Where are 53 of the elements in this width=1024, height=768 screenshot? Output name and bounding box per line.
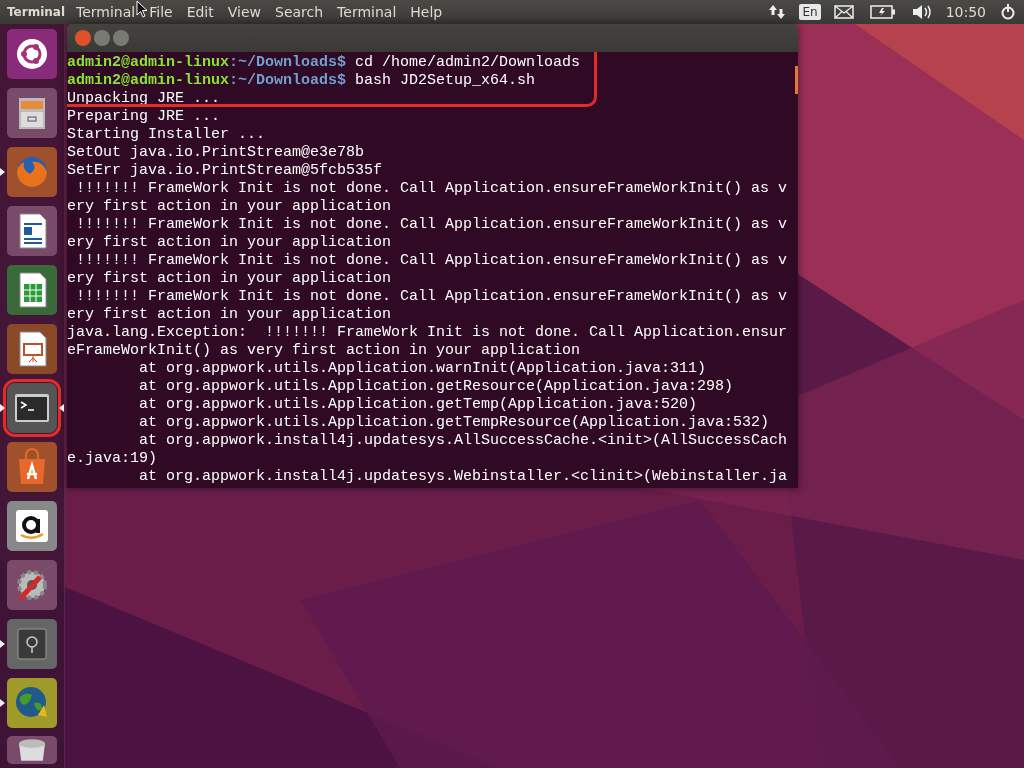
app-name: Terminal bbox=[6, 5, 67, 19]
mouse-pointer-icon bbox=[136, 0, 148, 18]
launcher-icon[interactable] bbox=[7, 501, 57, 551]
output-line: !!!!!!! FrameWork Init is not done. Call Application.ensureFrameWorkInit() as v bbox=[75, 288, 788, 305]
maximize-button[interactable] bbox=[113, 30, 129, 46]
launcher-icon[interactable] bbox=[7, 736, 57, 764]
network-arrows-icon[interactable] bbox=[768, 4, 787, 20]
output-line: at org.appwork.utils.Application.getResource(Application.java:298) bbox=[138, 378, 734, 395]
keyboard-layout-indicator[interactable]: En bbox=[799, 4, 821, 20]
output-line: at org.appwork.utils.Application.getTemp(Application.java:520) bbox=[138, 396, 698, 413]
output-line: SetOut java.io.PrintStream@e3e78b bbox=[67, 144, 365, 161]
trash-icon bbox=[19, 738, 45, 762]
prompt-user: admin2@admin-linux bbox=[67, 54, 230, 71]
output-line: at org.appwork.utils.Application.getTempResource(Application.java:532) bbox=[138, 414, 770, 431]
output-line: Unpacking JRE ... bbox=[67, 90, 221, 107]
output-line: Preparing JRE ... bbox=[67, 108, 221, 125]
output-line: at org.appwork.utils.Application.warnInit(Application.java:311) bbox=[138, 360, 707, 377]
output-line: !!!!!!! FrameWork Init is not done. Call Application.ensureFrameWorkInit() as v bbox=[75, 216, 788, 233]
clock[interactable]: 10:50 bbox=[945, 4, 986, 20]
scrollbar[interactable] bbox=[795, 66, 798, 94]
battery-icon[interactable] bbox=[869, 5, 896, 19]
output-line: java.lang.Exception: !!!!!!! FrameWork Init is not done. Call Application.ensur bbox=[67, 324, 788, 341]
prompt-user: admin2@admin-linux bbox=[67, 72, 230, 89]
output-line: ery first action in your application bbox=[67, 198, 392, 215]
launcher-icon[interactable] bbox=[7, 265, 57, 315]
minimize-button[interactable] bbox=[94, 30, 110, 46]
command-text: bash JD2Setup_x64.sh bbox=[354, 72, 536, 89]
menu-item[interactable]: View bbox=[220, 4, 268, 20]
output-line: at org.appwork.install4j.updatesys.Webinstaller.<clinit>(Webinstaller.ja bbox=[138, 468, 788, 485]
output-line: eFrameWorkInit() as very first action in your application bbox=[67, 342, 581, 359]
output-line: ery first action in your application bbox=[67, 234, 392, 251]
envelope-icon[interactable] bbox=[833, 5, 854, 19]
output-line: ery first action in your application bbox=[67, 270, 392, 287]
output-line: SetErr java.io.PrintStream@5fcb535f bbox=[67, 162, 383, 179]
prompt-path: :~/Downloads$ bbox=[229, 72, 347, 89]
volume-icon[interactable] bbox=[911, 4, 932, 20]
output-line: !!!!!!! FrameWork Init is not done. Call Application.ensureFrameWorkInit() as v bbox=[75, 180, 788, 197]
menu-item[interactable]: Edit bbox=[179, 4, 221, 20]
output-line: at org.appwork.install4j.updatesys.AllSuccessCache.<init>(AllSuccessCach bbox=[138, 432, 788, 449]
output-line: Starting Installer ... bbox=[67, 126, 266, 143]
power-icon[interactable] bbox=[1000, 4, 1016, 20]
launcher-icon[interactable] bbox=[7, 324, 57, 374]
launcher-icon[interactable] bbox=[7, 29, 57, 79]
command-text: cd /home/admin2/Downloads bbox=[354, 54, 581, 71]
close-button[interactable] bbox=[75, 30, 91, 46]
prompt-path: :~/Downloads$ bbox=[229, 54, 347, 71]
launcher-icon[interactable] bbox=[7, 206, 57, 256]
menu-item[interactable]: Help bbox=[403, 4, 450, 20]
output-line: ery first action in your application bbox=[67, 306, 392, 323]
output-line: !!!!!!! FrameWork Init is not done. Call Application.ensureFrameWorkInit() as v bbox=[75, 252, 788, 269]
output-line: e.java:19) bbox=[67, 450, 157, 467]
menu-item[interactable]: Search bbox=[268, 4, 331, 20]
menu-item[interactable]: Terminal bbox=[330, 4, 404, 20]
